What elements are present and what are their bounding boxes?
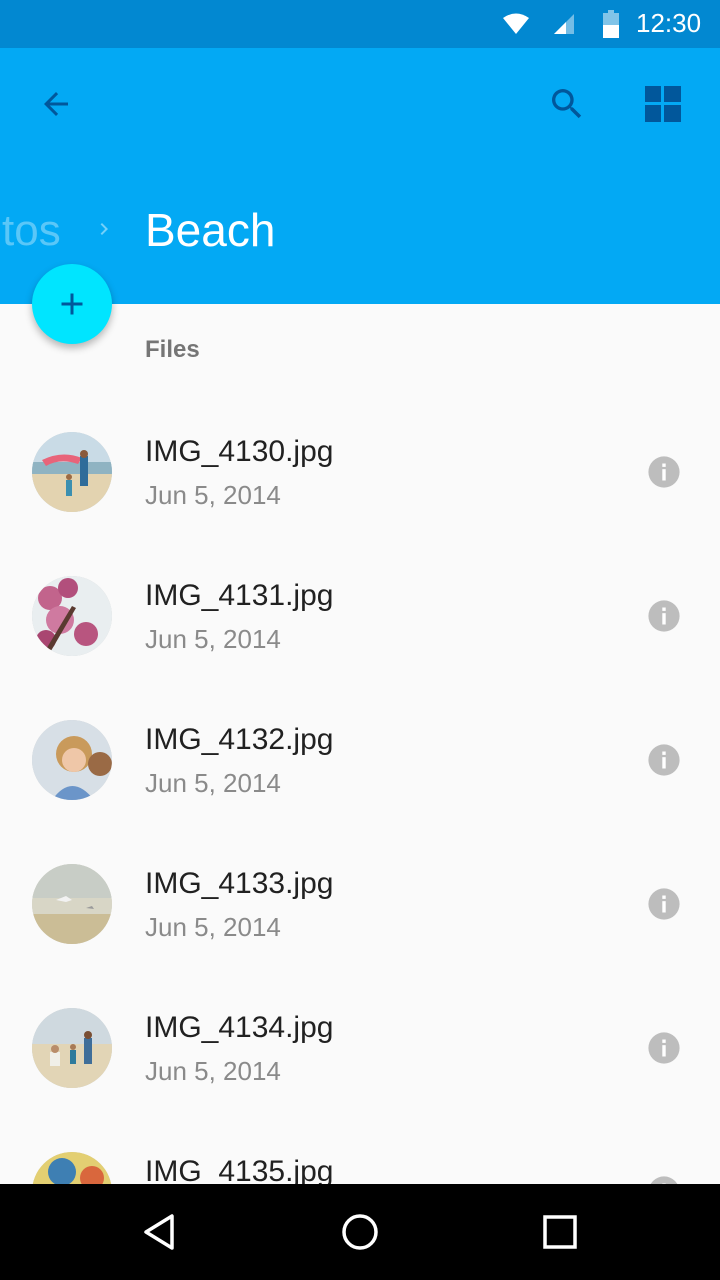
info-icon xyxy=(648,456,680,488)
thumbnail-image xyxy=(32,1008,112,1088)
nav-back-button[interactable] xyxy=(136,1208,184,1256)
file-name: IMG_4134.jpg xyxy=(145,1011,334,1044)
thumbnail-image xyxy=(32,432,112,512)
file-date: Jun 5, 2014 xyxy=(145,768,281,798)
list-item[interactable]: IMG_4131.jpg Jun 5, 2014 xyxy=(0,544,720,688)
status-bar: 12:30 xyxy=(0,0,720,48)
breadcrumb-previous[interactable]: tos xyxy=(2,206,61,256)
battery-icon xyxy=(603,10,619,38)
file-name: IMG_4132.jpg xyxy=(145,723,334,756)
file-name: IMG_4131.jpg xyxy=(145,579,334,612)
section-header: Files xyxy=(145,336,200,363)
back-arrow-icon xyxy=(44,92,68,116)
file-date: Jun 5, 2014 xyxy=(145,480,281,510)
list-item[interactable]: IMG_4133.jpg Jun 5, 2014 xyxy=(0,832,720,976)
info-icon xyxy=(648,1032,680,1064)
status-time: 12:30 xyxy=(636,8,702,38)
nav-recents-button[interactable] xyxy=(536,1208,584,1256)
file-date: Jun 5, 2014 xyxy=(145,624,281,654)
info-icon xyxy=(648,888,680,920)
info-button[interactable] xyxy=(640,1024,688,1072)
grid-view-button[interactable] xyxy=(639,80,687,128)
list-item[interactable]: IMG_4132.jpg Jun 5, 2014 xyxy=(0,688,720,832)
info-button[interactable] xyxy=(640,736,688,784)
info-button[interactable] xyxy=(640,880,688,928)
app-bar: tos Beach xyxy=(0,48,720,304)
search-button[interactable] xyxy=(543,80,591,128)
page-title: Beach xyxy=(145,204,276,256)
file-name: IMG_4133.jpg xyxy=(145,867,334,900)
grid-view-icon xyxy=(645,86,681,122)
thumbnail-image xyxy=(32,576,112,656)
add-button[interactable] xyxy=(32,264,112,344)
signal-icon xyxy=(554,14,574,34)
thumbnail-image xyxy=(32,720,112,800)
nav-recents-icon xyxy=(543,1215,577,1249)
info-button[interactable] xyxy=(640,592,688,640)
navigation-bar xyxy=(0,1184,720,1280)
nav-home-icon xyxy=(342,1214,378,1250)
back-button[interactable] xyxy=(32,80,80,128)
list-item[interactable]: IMG_4130.jpg Jun 5, 2014 xyxy=(0,400,720,544)
info-icon xyxy=(648,744,680,776)
nav-home-button[interactable] xyxy=(336,1208,384,1256)
thumbnail-image xyxy=(32,864,112,944)
info-icon xyxy=(648,600,680,632)
list-item[interactable]: IMG_4134.jpg Jun 5, 2014 xyxy=(0,976,720,1120)
plus-icon xyxy=(61,293,83,315)
file-date: Jun 5, 2014 xyxy=(145,912,281,942)
info-button[interactable] xyxy=(640,448,688,496)
nav-back-icon xyxy=(144,1214,174,1250)
file-name: IMG_4130.jpg xyxy=(145,435,334,468)
file-date: Jun 5, 2014 xyxy=(145,1056,281,1086)
wifi-icon xyxy=(503,13,529,34)
search-icon xyxy=(552,89,582,119)
chevron-right-icon xyxy=(100,223,108,235)
